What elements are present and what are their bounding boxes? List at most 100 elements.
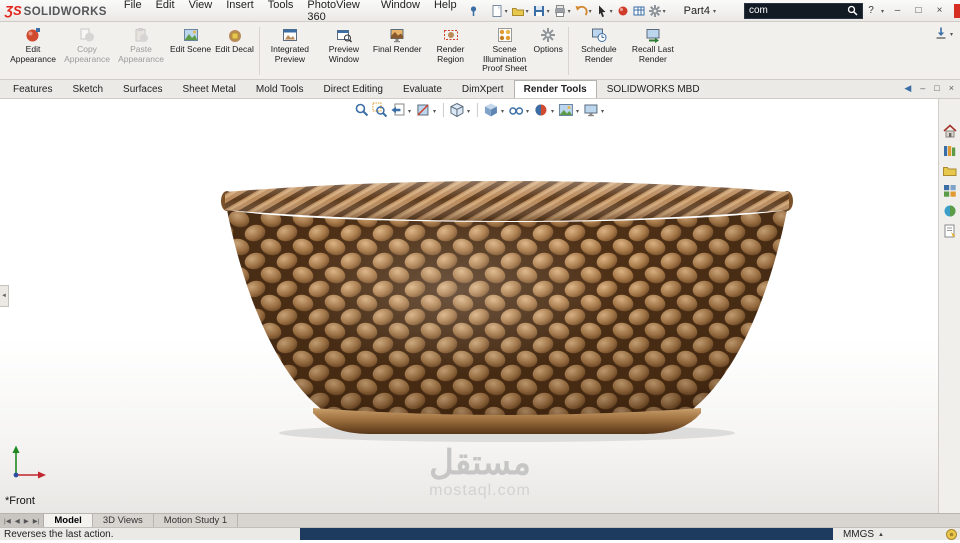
close-button[interactable]: × [930, 5, 949, 16]
preview-window-button[interactable]: Preview Window [317, 25, 371, 77]
tab-motion-study-1[interactable]: Motion Study 1 [154, 514, 239, 527]
feature-panel-expand-arrow[interactable]: ◄ [0, 285, 9, 307]
tab-sketch[interactable]: Sketch [62, 80, 113, 98]
undo-icon[interactable] [573, 2, 589, 20]
tab-direct-editing[interactable]: Direct Editing [314, 80, 393, 98]
apply-scene-caret-icon[interactable]: ▾ [576, 109, 579, 115]
print-icon[interactable] [552, 2, 568, 20]
unit-system-selector[interactable]: MMGS ▲ [843, 529, 884, 540]
tab-sheet-metal[interactable]: Sheet Metal [173, 80, 246, 98]
print-caret-icon[interactable]: ▾ [568, 9, 571, 15]
section-view-caret-icon[interactable]: ▾ [433, 109, 436, 115]
view-settings-icon[interactable] [583, 102, 599, 118]
window-controls: ? ▾ – □ × [863, 3, 960, 18]
hide-show-caret-icon[interactable]: ▾ [526, 109, 529, 115]
gear-caret-icon[interactable]: ▾ [663, 9, 666, 15]
edit-scene-button[interactable]: Edit Scene [168, 25, 213, 77]
edit-appearance-button[interactable]: Edit Appearance [6, 25, 60, 77]
appearances-scenes-icon[interactable] [941, 203, 959, 219]
edit-appearance-hud-icon[interactable] [533, 102, 549, 118]
graphics-area[interactable]: ▾ ▾ ▾ ▾ ▾ ▾ ▾ ▾ مستقل mostaql.com *Front… [0, 99, 960, 513]
orientation-triad [12, 445, 46, 479]
chevron-down-icon[interactable]: ▾ [950, 32, 953, 38]
custom-properties-icon[interactable] [941, 223, 959, 239]
integrated-preview-button[interactable]: Integrated Preview [263, 25, 317, 77]
help-caret-icon[interactable]: ▾ [881, 9, 884, 15]
open-caret-icon[interactable]: ▾ [526, 9, 529, 15]
final-render-button[interactable]: Final Render [371, 25, 424, 77]
paste-appearance-button[interactable]: Paste Appearance [114, 25, 168, 77]
taskpane-collapse-control[interactable]: ▾ [934, 26, 955, 40]
undo-caret-icon[interactable]: ▾ [589, 9, 592, 15]
view-orientation-icon[interactable] [449, 102, 465, 118]
edit-decal-button[interactable]: Edit Decal [213, 25, 256, 77]
render-region-button[interactable]: Render Region [424, 25, 478, 77]
previous-view-caret-icon[interactable]: ▾ [408, 109, 411, 115]
display-style-caret-icon[interactable]: ▾ [501, 109, 504, 115]
doc-minimize-button[interactable]: – [920, 84, 925, 93]
tab-solidworks-mbd[interactable]: SOLIDWORKS MBD [597, 80, 710, 98]
tab-dimxpert[interactable]: DimXpert [452, 80, 514, 98]
next-tab-button[interactable]: ▶ [22, 517, 31, 525]
view-orientation-caret-icon[interactable]: ▾ [467, 109, 470, 115]
tab-render-tools[interactable]: Render Tools [513, 80, 597, 98]
design-library-icon[interactable] [941, 143, 959, 159]
quick-tips-icon[interactable] [946, 529, 957, 543]
prev-tab-button[interactable]: ◀ [13, 517, 22, 525]
last-tab-button[interactable]: ▶| [31, 517, 42, 525]
display-style-icon[interactable] [483, 102, 499, 118]
restore-button[interactable]: □ [909, 5, 928, 16]
new-document-icon[interactable] [489, 2, 505, 20]
previous-view-icon[interactable] [390, 102, 406, 118]
open-document-icon[interactable] [510, 2, 526, 20]
back-arrow-icon[interactable]: ◀ [904, 84, 911, 93]
save-icon[interactable] [531, 2, 547, 20]
zoom-area-icon[interactable] [372, 102, 388, 118]
search-box[interactable] [743, 2, 863, 19]
tab-3d-views[interactable]: 3D Views [93, 514, 154, 527]
first-tab-button[interactable]: |◀ [2, 517, 13, 525]
help-button[interactable]: ? [863, 5, 879, 16]
tab-surfaces[interactable]: Surfaces [113, 80, 172, 98]
view-settings-caret-icon[interactable]: ▾ [601, 109, 604, 115]
tab-mold-tools[interactable]: Mold Tools [246, 80, 314, 98]
edit-decal-label: Edit Decal [215, 44, 254, 54]
document-title-caret-icon[interactable]: ▾ [713, 9, 716, 15]
doc-restore-button[interactable]: □ [934, 84, 939, 93]
basket-model[interactable] [215, 170, 799, 448]
section-view-icon[interactable] [415, 102, 431, 118]
edit-appearance-caret-icon[interactable]: ▾ [551, 109, 554, 115]
preview-window-icon [336, 30, 352, 43]
search-input[interactable] [748, 5, 847, 16]
search-icon[interactable] [847, 5, 858, 16]
edit-decal-icon [228, 30, 241, 42]
minimize-button[interactable]: – [888, 5, 907, 16]
recall-last-render-icon [646, 29, 660, 43]
file-explorer-icon[interactable] [941, 163, 959, 179]
tab-features[interactable]: Features [3, 80, 62, 98]
hide-show-items-icon[interactable] [508, 102, 524, 118]
schedule-render-button[interactable]: Schedule Render [572, 25, 626, 77]
apply-scene-icon[interactable] [558, 102, 574, 118]
options-button[interactable]: Options [532, 25, 565, 77]
save-caret-icon[interactable]: ▾ [547, 9, 550, 15]
pin-menu-icon[interactable] [468, 5, 479, 17]
options-gear-icon[interactable] [647, 2, 663, 20]
title-bar: ƷS SOLIDWORKS File Edit View Insert Tool… [0, 0, 960, 23]
tab-model[interactable]: Model [44, 514, 93, 527]
doc-close-button[interactable]: × [949, 84, 954, 93]
copy-appearance-label: Copy Appearance [64, 44, 110, 64]
copy-appearance-button[interactable]: Copy Appearance [60, 25, 114, 77]
solidworks-resources-home-icon[interactable] [941, 123, 959, 139]
view-palette-icon[interactable] [941, 183, 959, 199]
select-caret-icon[interactable]: ▾ [610, 9, 613, 15]
recall-last-render-button[interactable]: Recall Last Render [626, 25, 680, 77]
tab-evaluate[interactable]: Evaluate [393, 80, 452, 98]
select-cursor-icon[interactable] [594, 2, 610, 20]
appearance-ball-icon[interactable] [615, 2, 631, 20]
integrated-preview-icon [282, 29, 297, 41]
new-caret-icon[interactable]: ▾ [505, 9, 508, 15]
scene-illumination-proof-sheet-button[interactable]: Scene Illumination Proof Sheet [478, 25, 532, 77]
zoom-fit-icon[interactable] [354, 102, 370, 118]
design-table-icon[interactable] [631, 2, 647, 20]
